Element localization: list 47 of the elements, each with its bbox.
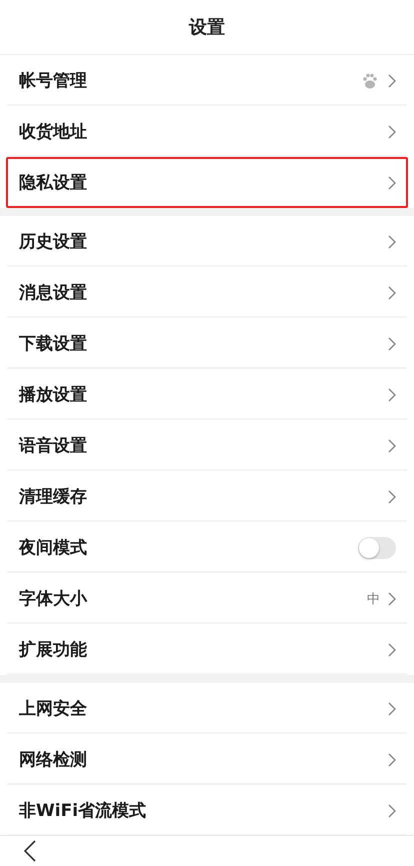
chevron-right-icon	[388, 592, 396, 606]
row-label: 历史设置	[19, 231, 88, 253]
settings-row[interactable]: 下载设置	[6, 318, 408, 369]
settings-row[interactable]: 消息设置	[6, 267, 408, 318]
settings-row[interactable]: 夜间模式	[6, 522, 408, 573]
settings-row[interactable]: 历史设置	[6, 216, 408, 267]
row-label: 非WiFi省流模式	[19, 800, 148, 822]
settings-row[interactable]: 清理缓存	[6, 471, 408, 522]
row-label: 下载设置	[19, 333, 88, 355]
row-label: 网络检测	[19, 749, 88, 771]
chevron-right-icon	[388, 752, 396, 766]
row-label: 清理缓存	[19, 486, 88, 508]
chevron-right-icon	[388, 286, 396, 300]
back-icon[interactable]	[24, 840, 36, 862]
paw-icon	[362, 72, 378, 88]
row-label: 隐私设置	[19, 172, 88, 194]
settings-row[interactable]: 网络检测	[6, 734, 408, 785]
settings-row[interactable]: 帐号管理	[6, 55, 408, 106]
chevron-right-icon	[388, 124, 396, 138]
row-label: 消息设置	[19, 282, 88, 304]
chevron-right-icon	[388, 804, 396, 818]
chevron-right-icon	[388, 176, 396, 190]
settings-row[interactable]: 字体大小 中	[6, 573, 408, 624]
row-label: 上网安全	[19, 698, 88, 720]
page-title: 设置	[189, 16, 225, 39]
chevron-right-icon	[388, 702, 396, 716]
row-label: 收货地址	[19, 121, 88, 143]
chevron-right-icon	[388, 336, 396, 350]
row-label: 语音设置	[19, 435, 88, 457]
chevron-right-icon	[388, 388, 396, 402]
settings-row[interactable]: 收货地址	[6, 106, 408, 157]
chevron-right-icon	[388, 490, 396, 504]
settings-row[interactable]: 上网安全	[6, 683, 408, 734]
settings-row[interactable]: 播放设置	[6, 369, 408, 420]
row-label: 夜间模式	[19, 537, 88, 559]
row-label: 扩展功能	[19, 639, 88, 661]
row-label: 字体大小	[19, 588, 88, 610]
chevron-right-icon	[388, 234, 396, 248]
chevron-right-icon	[388, 642, 396, 656]
chevron-right-icon	[388, 438, 396, 452]
chevron-right-icon	[388, 74, 396, 88]
row-label: 播放设置	[19, 384, 88, 406]
toggle-switch[interactable]	[358, 536, 396, 558]
row-label: 帐号管理	[19, 70, 88, 92]
settings-row[interactable]: 语音设置	[6, 420, 408, 471]
row-value: 中	[367, 590, 380, 608]
highlighted-settings-row[interactable]: 隐私设置	[6, 157, 408, 208]
